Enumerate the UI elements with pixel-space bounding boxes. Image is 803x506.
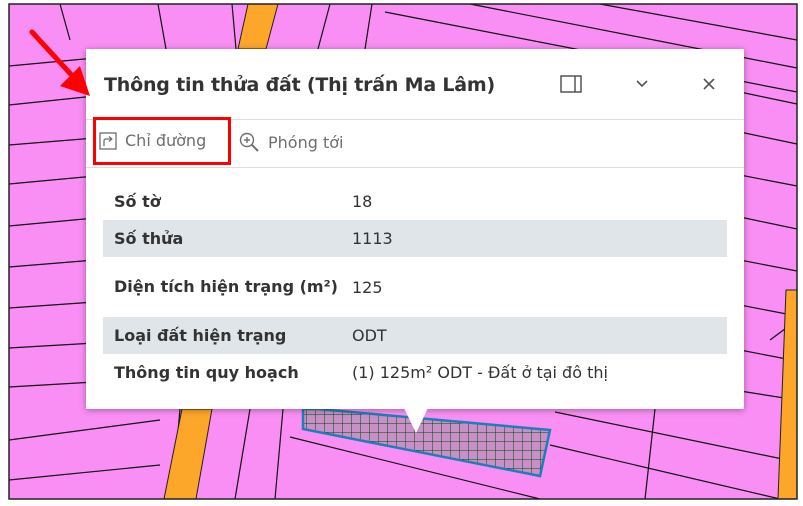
attr-key: Số thửa	[114, 228, 184, 248]
attr-key: Số tờ	[114, 191, 161, 211]
table-row: Số tờ 18	[103, 183, 727, 220]
attr-value: (1) 125m² ODT - Đất ở tại đô thị	[352, 363, 608, 382]
dock-panel-icon[interactable]	[556, 69, 586, 99]
attr-value: 1113	[352, 229, 393, 248]
directions-highlight-box	[93, 117, 231, 165]
attr-key: Loại đất hiện trạng	[114, 325, 287, 345]
popup-pointer	[404, 408, 428, 433]
attr-value: ODT	[352, 326, 387, 345]
attribute-table: Số tờ 18 Số thửa 1113 Diện tích hiện trạ…	[103, 183, 727, 391]
zoom-to-label: Phóng tới	[268, 132, 344, 152]
zoom-to-button[interactable]: Phóng tới	[238, 131, 343, 153]
table-row: Số thửa 1113	[103, 220, 727, 257]
table-row: Thông tin quy hoạch (1) 125m² ODT - Đất …	[103, 354, 727, 391]
attr-key: Diện tích hiện trạng (m²)	[114, 277, 338, 296]
zoom-in-icon	[238, 131, 260, 153]
chevron-down-icon[interactable]	[627, 69, 657, 99]
table-row: Loại đất hiện trạng ODT	[103, 317, 727, 354]
attr-value: 18	[352, 192, 373, 211]
popup-header: Thông tin thửa đất (Thị trấn Ma Lâm)	[86, 49, 744, 119]
close-icon[interactable]	[694, 69, 724, 99]
actions-divider	[86, 167, 744, 168]
popup-title: Thông tin thửa đất (Thị trấn Ma Lâm)	[104, 74, 495, 96]
attr-key: Thông tin quy hoạch	[114, 362, 299, 382]
parcel-info-popup: Thông tin thửa đất (Thị trấn Ma Lâm) Chỉ…	[86, 49, 744, 433]
attr-value: 125	[352, 277, 383, 297]
table-row: Diện tích hiện trạng (m²) 125	[103, 257, 727, 317]
